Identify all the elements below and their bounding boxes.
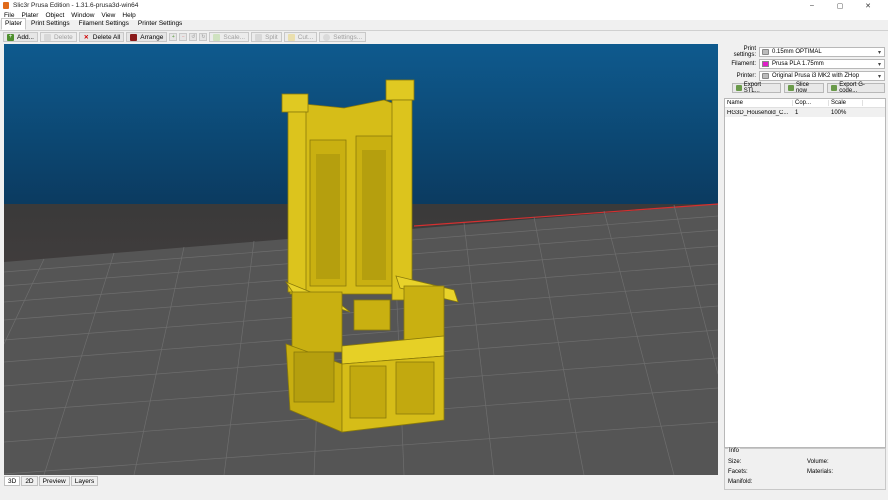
chevron-down-icon: ▾ (877, 74, 881, 80)
scale-button[interactable]: Scale... (209, 32, 250, 42)
delete-all-icon: ✕ (83, 34, 89, 41)
3d-scene (4, 44, 718, 475)
info-box: Info Size: Volume: Facets: Materials: Ma… (724, 448, 886, 490)
export-stl-icon (736, 85, 742, 91)
decrease-copies-icon[interactable]: − (179, 33, 188, 41)
plater-toolbar: + Add... Delete ✕ Delete All Arrange + −… (0, 31, 888, 43)
arrange-icon (130, 33, 138, 41)
add-icon: + (7, 33, 14, 41)
rotate-left-icon[interactable]: ↺ (189, 33, 198, 41)
column-header-scale[interactable]: Scale (829, 100, 863, 106)
printer-value: Original Prusa i3 MK2 with ZHop (772, 73, 860, 79)
cut-button[interactable]: Cut... (283, 32, 318, 42)
printer-row: Printer: Original Prusa i3 MK2 with ZHop… (722, 71, 888, 81)
view-tab-layers[interactable]: Layers (70, 476, 99, 486)
info-volume-label: Volume: (807, 459, 829, 465)
object-name: HG3D_Household_C... (727, 109, 789, 116)
filament-value: Prusa PLA 1.75mm (772, 61, 824, 67)
split-button[interactable]: Split (251, 32, 282, 42)
filament-label: Filament: (731, 61, 756, 67)
column-header-name[interactable]: Name (725, 100, 793, 106)
export-buttons: Export STL... Slice now Export G-code... (732, 82, 888, 94)
filament-combo[interactable]: Prusa PLA 1.75mm ▾ (759, 59, 885, 69)
view-tab-3d[interactable]: 3D (4, 476, 21, 486)
cut-button-label: Cut... (297, 33, 314, 41)
title-bar: Slic3r Prusa Edition - 1.31.6-prusa3d-wi… (0, 0, 888, 11)
minimize-button[interactable]: – (798, 2, 826, 9)
export-stl-button[interactable]: Export STL... (732, 82, 782, 94)
rotate-right-icon[interactable]: ↻ (199, 33, 208, 41)
export-gcode-label: Export G-code... (839, 82, 865, 94)
close-button[interactable]: ✕ (854, 2, 882, 10)
info-facets-label: Facets: (728, 469, 748, 475)
chevron-down-icon: ▾ (877, 50, 881, 56)
print-settings-label: Print settings: (733, 46, 756, 58)
tab-printer-settings[interactable]: Printer Settings (134, 18, 186, 30)
split-button-label: Split (265, 33, 278, 41)
3d-viewport[interactable] (4, 44, 718, 475)
arrange-button-label: Arrange (140, 33, 164, 41)
settings-button-label: Settings... (333, 33, 363, 41)
split-icon (255, 33, 263, 41)
chevron-down-icon: ▾ (877, 62, 881, 68)
delete-button[interactable]: Delete (39, 32, 77, 42)
delete-icon (43, 33, 51, 41)
object-list[interactable]: Name Cop... Scale HG3D_Household_C... 1 … (724, 98, 886, 448)
delete-all-button-label: Delete All (92, 33, 121, 41)
main-tabs: Plater Print Settings Filament Settings … (0, 18, 888, 31)
filament-color-swatch (762, 61, 769, 67)
settings-icon (323, 33, 331, 41)
maximize-button[interactable]: ▢ (826, 2, 854, 10)
export-gcode-button[interactable]: Export G-code... (827, 82, 885, 94)
view-tab-2d[interactable]: 2D (21, 476, 38, 486)
slice-now-icon (788, 85, 794, 91)
view-tab-preview[interactable]: Preview (38, 476, 70, 486)
info-materials-label: Materials: (807, 469, 834, 475)
print-settings-value: 0.15mm OPTIMAL (772, 49, 822, 55)
printer-label: Printer: (736, 73, 756, 79)
info-title: Info (728, 448, 741, 454)
scale-button-label: Scale... (223, 33, 246, 41)
object-list-header: Name Cop... Scale (725, 99, 885, 108)
delete-all-button[interactable]: ✕ Delete All (78, 32, 125, 42)
info-size-label: Size: (728, 459, 742, 465)
settings-button[interactable]: Settings... (319, 32, 367, 42)
export-stl-label: Export STL... (743, 82, 762, 94)
print-settings-icon (762, 49, 769, 55)
column-header-copies[interactable]: Cop... (793, 100, 829, 106)
export-gcode-icon (831, 85, 838, 91)
view-tabs: 3D 2D Preview Layers (4, 476, 99, 486)
slic3r-logo-icon (3, 2, 9, 9)
printer-combo[interactable]: Original Prusa i3 MK2 with ZHop ▾ (759, 71, 885, 81)
delete-button-label: Delete (53, 33, 73, 41)
right-panel: Print settings: 0.15mm OPTIMAL ▾ Filamen… (722, 44, 888, 490)
info-manifold-label: Manifold: (728, 479, 753, 485)
printer-icon (762, 73, 769, 79)
arrange-button[interactable]: Arrange (126, 32, 168, 42)
object-scale: 100% (831, 109, 847, 116)
app-window: Slic3r Prusa Edition - 1.31.6-prusa3d-wi… (0, 0, 888, 500)
tab-plater[interactable]: Plater (1, 18, 26, 30)
increase-copies-icon[interactable]: + (169, 33, 178, 41)
table-row[interactable]: HG3D_Household_C... 1 100% (725, 108, 885, 117)
print-settings-row: Print settings: 0.15mm OPTIMAL ▾ (722, 46, 888, 58)
cut-icon (287, 33, 295, 41)
scale-icon (213, 33, 221, 41)
window-title: Slic3r Prusa Edition - 1.31.6-prusa3d-wi… (13, 2, 139, 9)
slice-now-label: Slice now (795, 82, 809, 94)
add-button[interactable]: + Add... (3, 32, 38, 42)
filament-row: Filament: Prusa PLA 1.75mm ▾ (722, 59, 888, 69)
print-settings-combo[interactable]: 0.15mm OPTIMAL ▾ (759, 47, 885, 57)
tab-print-settings[interactable]: Print Settings (27, 18, 74, 30)
slice-now-button[interactable]: Slice now (784, 82, 825, 94)
object-copies: 1 (795, 109, 799, 116)
tab-filament-settings[interactable]: Filament Settings (75, 18, 133, 30)
add-button-label: Add... (17, 33, 34, 41)
